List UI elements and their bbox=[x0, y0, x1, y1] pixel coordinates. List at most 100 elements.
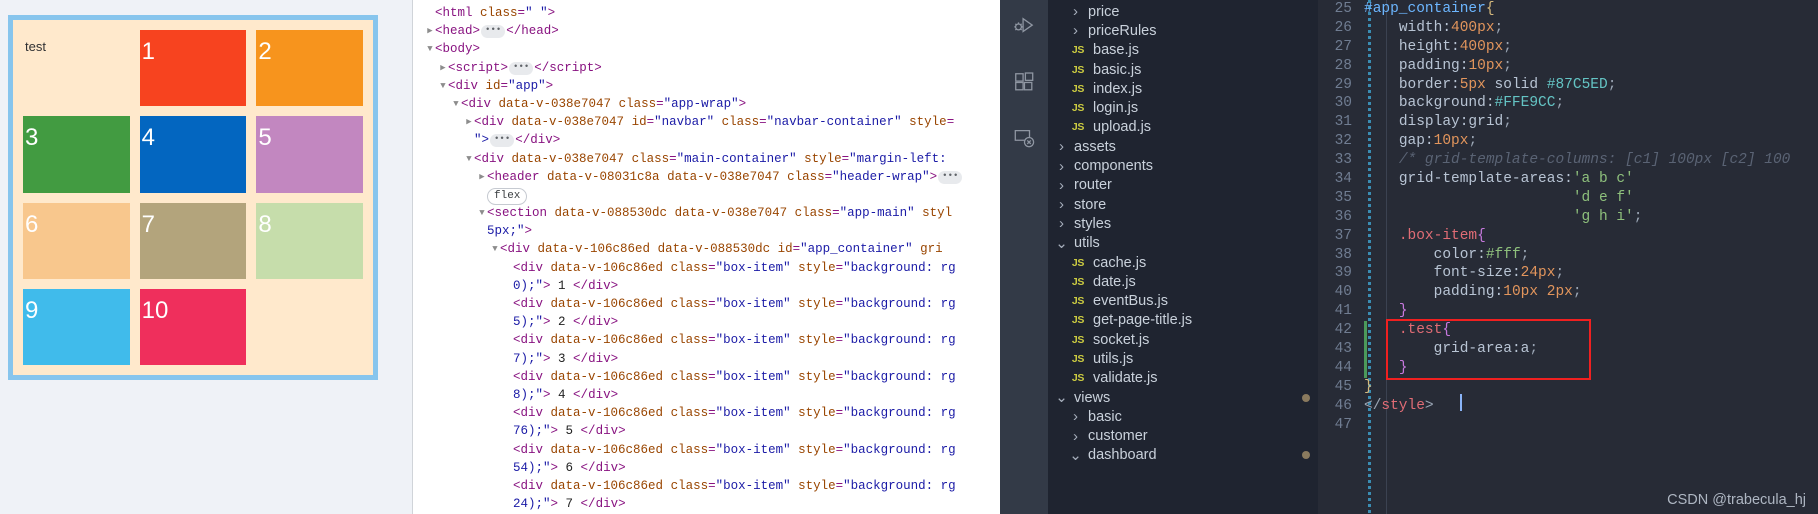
dom-line[interactable]: 24);"> 7 </div> bbox=[425, 495, 1000, 513]
chevron-right-icon[interactable]: › bbox=[1054, 159, 1069, 174]
editor-line[interactable]: 29 border:5px solid #87C5ED; bbox=[1318, 76, 1818, 95]
dom-line[interactable]: ▶ <header data-v-08031c8a data-v-038e7047… bbox=[425, 168, 1000, 186]
editor-line[interactable]: 46 </style> bbox=[1318, 397, 1818, 416]
run-and-debug-icon[interactable] bbox=[1006, 8, 1042, 44]
dom-line[interactable]: 0);"> 1 </div> bbox=[425, 277, 1000, 295]
file-tree-item-basic[interactable]: › basic bbox=[1048, 407, 1318, 426]
collapsed-children-icon[interactable]: ••• bbox=[509, 61, 534, 75]
dom-line[interactable]: flex bbox=[425, 186, 1000, 205]
chevron-right-icon[interactable]: › bbox=[1054, 197, 1069, 212]
file-tree-item-dashboard[interactable]: ⌄ dashboard bbox=[1048, 446, 1318, 465]
editor-line[interactable]: 28 padding:10px; bbox=[1318, 57, 1818, 76]
editor-line[interactable]: 36 'g h i'; bbox=[1318, 208, 1818, 227]
editor-line[interactable]: 44 } bbox=[1318, 359, 1818, 378]
file-tree-item-views[interactable]: ⌄ views bbox=[1048, 388, 1318, 407]
dom-line[interactable]: ▼ <section data-v-088530dc data-v-038e704… bbox=[425, 204, 1000, 222]
remote-explorer-icon[interactable] bbox=[1006, 120, 1042, 156]
chevron-right-icon[interactable]: › bbox=[1068, 4, 1083, 19]
dom-line[interactable]: <div data-v-106c86ed class="box-item" st… bbox=[425, 404, 1000, 422]
editor-line[interactable]: 35 'd e f' bbox=[1318, 189, 1818, 208]
collapsed-children-icon[interactable]: ••• bbox=[490, 134, 515, 148]
chevron-right-icon[interactable]: › bbox=[1054, 216, 1069, 231]
editor-line[interactable]: 31 display:grid; bbox=[1318, 113, 1818, 132]
editor-line[interactable]: 41 } bbox=[1318, 302, 1818, 321]
chevron-down-icon[interactable]: ▼ bbox=[451, 95, 461, 113]
chevron-down-icon[interactable]: ⌄ bbox=[1068, 448, 1083, 463]
chevron-right-icon[interactable]: › bbox=[1068, 409, 1083, 424]
chevron-right-icon[interactable]: › bbox=[1054, 139, 1069, 154]
dom-line[interactable]: 8);"> 4 </div> bbox=[425, 386, 1000, 404]
dom-inspector-pane[interactable]: <html class=" "> ▶ <head> ••• </head> ▼ <body>… bbox=[412, 0, 1000, 514]
dom-tree[interactable]: <html class=" "> ▶ <head> ••• </head> ▼ <body>… bbox=[413, 0, 1000, 513]
chevron-right-icon[interactable]: › bbox=[1054, 178, 1069, 193]
flex-badge[interactable]: flex bbox=[487, 187, 528, 205]
editor-line[interactable]: 33 /* grid-template-columns: [c1] 100px … bbox=[1318, 151, 1818, 170]
chevron-right-icon[interactable]: ▶ bbox=[425, 22, 435, 40]
file-tree-item-priceRules[interactable]: › priceRules bbox=[1048, 21, 1318, 40]
chevron-right-icon[interactable]: › bbox=[1068, 429, 1083, 444]
dom-line[interactable]: ▼ <div data-v-038e7047 class="app-wrap"> bbox=[425, 95, 1000, 113]
dom-line[interactable]: "> ••• </div> bbox=[425, 131, 1000, 149]
editor-line[interactable]: 43 grid-area:a; bbox=[1318, 340, 1818, 359]
file-tree-item-styles[interactable]: › styles bbox=[1048, 214, 1318, 233]
chevron-down-icon[interactable]: ▼ bbox=[438, 77, 448, 95]
dom-line[interactable]: 5px;"> bbox=[425, 222, 1000, 240]
editor-line[interactable]: 32 gap:10px; bbox=[1318, 132, 1818, 151]
editor-line[interactable]: 27 height:400px; bbox=[1318, 38, 1818, 57]
dom-line[interactable]: ▶ <head> ••• </head> bbox=[425, 22, 1000, 40]
editor-lines[interactable]: 25 #app_container{26 width:400px; 27 heigh… bbox=[1318, 0, 1818, 434]
file-tree-item-get-page-title-js[interactable]: JS get-page-title.js bbox=[1048, 311, 1318, 330]
extensions-icon[interactable] bbox=[1006, 64, 1042, 100]
chevron-right-icon[interactable]: ▶ bbox=[438, 59, 448, 77]
file-tree-item-validate-js[interactable]: JS validate.js bbox=[1048, 369, 1318, 388]
dom-line[interactable]: ▼ <div data-v-106c86ed data-v-088530dc id… bbox=[425, 240, 1000, 258]
editor-line[interactable]: 42 .test{ bbox=[1318, 321, 1818, 340]
collapsed-children-icon[interactable]: ••• bbox=[938, 170, 963, 184]
file-tree-item-index-js[interactable]: JS index.js bbox=[1048, 79, 1318, 98]
collapsed-children-icon[interactable]: ••• bbox=[481, 25, 506, 39]
file-tree-item-cache-js[interactable]: JS cache.js bbox=[1048, 253, 1318, 272]
editor-line[interactable]: 26 width:400px; bbox=[1318, 19, 1818, 38]
file-tree-item-router[interactable]: › router bbox=[1048, 176, 1318, 195]
dom-line[interactable]: <div data-v-106c86ed class="box-item" st… bbox=[425, 477, 1000, 495]
file-explorer-tree[interactable]: › price › priceRules JS base.js JS basic.js JS in… bbox=[1048, 0, 1318, 514]
file-tree-item-components[interactable]: › components bbox=[1048, 156, 1318, 175]
chevron-down-icon[interactable]: ▼ bbox=[477, 204, 487, 222]
dom-line[interactable]: 76);"> 5 </div> bbox=[425, 422, 1000, 440]
dom-line[interactable]: 54);"> 6 </div> bbox=[425, 459, 1000, 477]
file-tree-item-base-js[interactable]: JS base.js bbox=[1048, 41, 1318, 60]
file-tree-item-store[interactable]: › store bbox=[1048, 195, 1318, 214]
file-tree-item-price[interactable]: › price bbox=[1048, 2, 1318, 21]
editor-line[interactable]: 45} bbox=[1318, 378, 1818, 397]
dom-line[interactable]: 7);"> 3 </div> bbox=[425, 350, 1000, 368]
file-tree-item-basic-js[interactable]: JS basic.js bbox=[1048, 60, 1318, 79]
editor-line[interactable]: 38 color:#fff; bbox=[1318, 246, 1818, 265]
editor-line[interactable]: 40 padding:10px 2px; bbox=[1318, 283, 1818, 302]
dom-line[interactable]: ▶ <script> ••• </script> bbox=[425, 59, 1000, 77]
file-tree-item-utils[interactable]: ⌄ utils bbox=[1048, 234, 1318, 253]
editor-line[interactable]: 39 font-size:24px; bbox=[1318, 264, 1818, 283]
dom-line[interactable]: ▼ <div data-v-038e7047 class="main-contai… bbox=[425, 150, 1000, 168]
dom-line[interactable]: <div data-v-106c86ed class="box-item" st… bbox=[425, 295, 1000, 313]
file-tree-item-socket-js[interactable]: JS socket.js bbox=[1048, 330, 1318, 349]
dom-line[interactable]: <html class=" "> bbox=[425, 4, 1000, 22]
vscode-activity-bar[interactable] bbox=[1000, 0, 1048, 514]
chevron-down-icon[interactable]: ⌄ bbox=[1054, 236, 1069, 251]
chevron-down-icon[interactable]: ▼ bbox=[425, 40, 435, 58]
chevron-right-icon[interactable]: ▶ bbox=[464, 113, 474, 131]
editor-line[interactable]: 37 .box-item{ bbox=[1318, 227, 1818, 246]
dom-line[interactable]: <div data-v-106c86ed class="box-item" st… bbox=[425, 259, 1000, 277]
editor-line[interactable]: 25 #app_container{ bbox=[1318, 0, 1818, 19]
file-tree-item-customer[interactable]: › customer bbox=[1048, 427, 1318, 446]
file-tree-item-upload-js[interactable]: JS upload.js bbox=[1048, 118, 1318, 137]
chevron-right-icon[interactable]: › bbox=[1068, 23, 1083, 38]
editor-line[interactable]: 30 background:#FFE9CC; bbox=[1318, 94, 1818, 113]
file-tree-item-utils-js[interactable]: JS utils.js bbox=[1048, 349, 1318, 368]
code-editor-pane[interactable]: 25 #app_container{26 width:400px; 27 heigh… bbox=[1318, 0, 1818, 514]
chevron-down-icon[interactable]: ⌄ bbox=[1054, 390, 1069, 405]
file-tree-item-login-js[interactable]: JS login.js bbox=[1048, 98, 1318, 117]
dom-line[interactable]: ▼ <div id="app"> bbox=[425, 77, 1000, 95]
file-tree-item-assets[interactable]: › assets bbox=[1048, 137, 1318, 156]
dom-line[interactable]: <div data-v-106c86ed class="box-item" st… bbox=[425, 441, 1000, 459]
dom-line[interactable]: ▼ <body> bbox=[425, 40, 1000, 58]
